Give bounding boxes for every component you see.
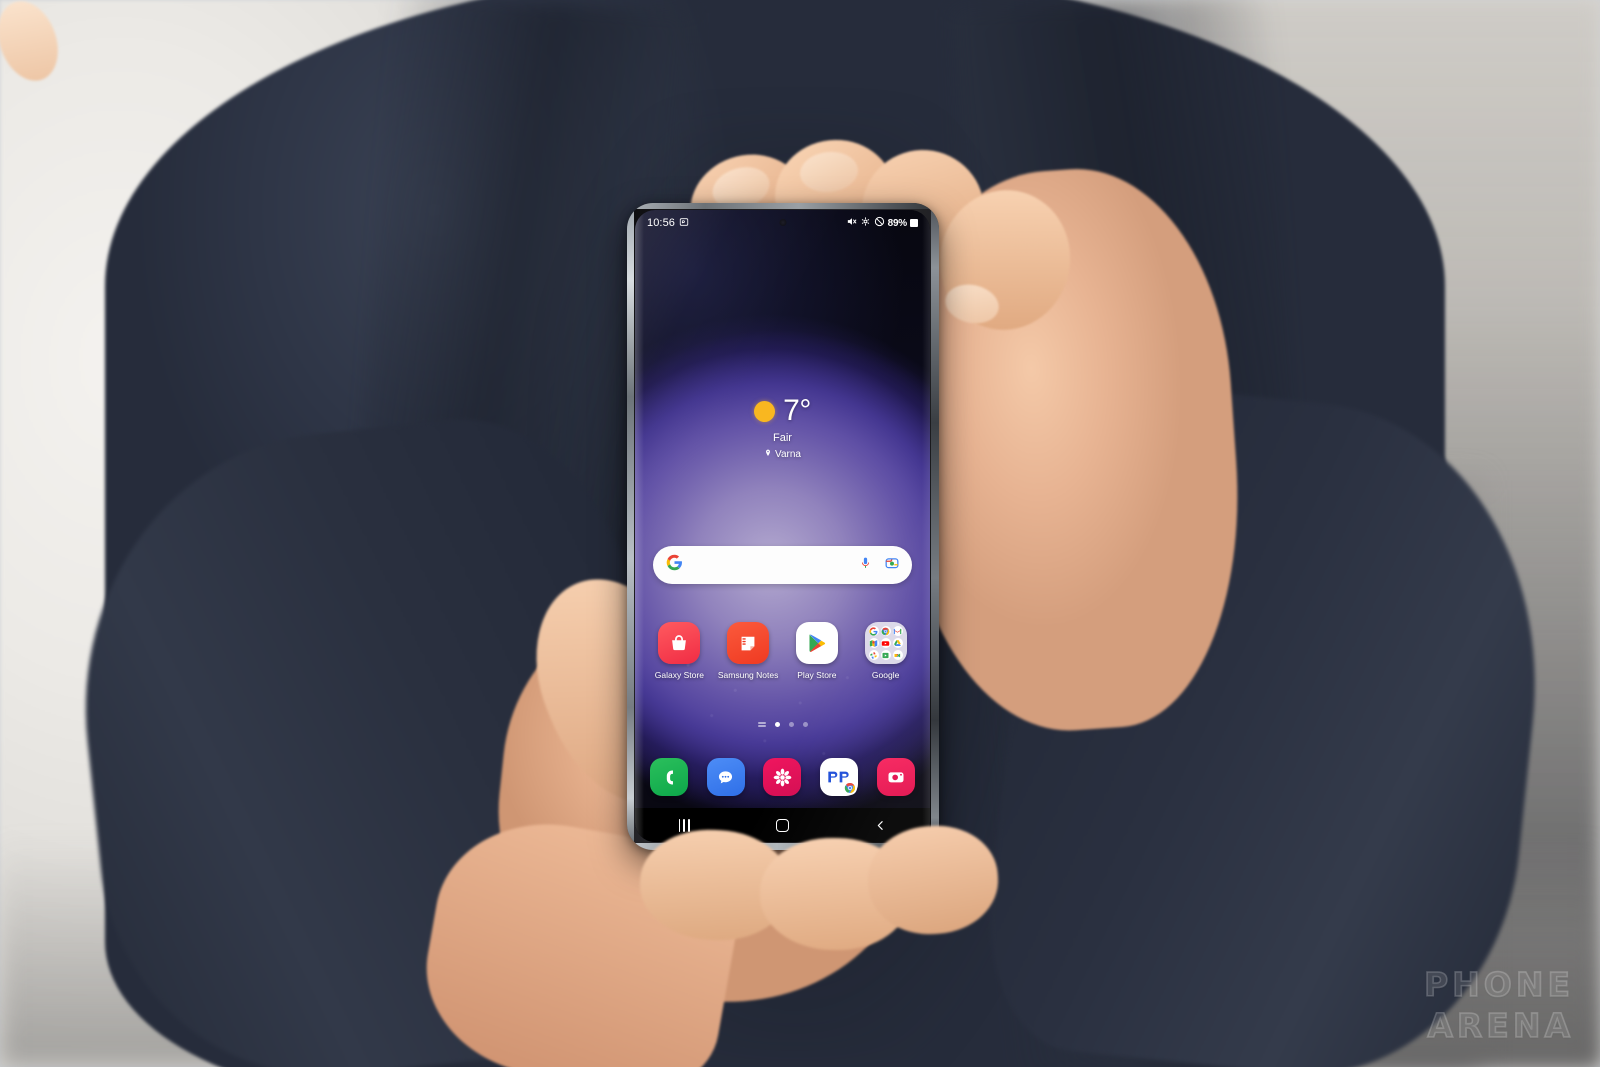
- weather-location-row: Varna: [635, 449, 930, 460]
- wallpaper-specks: [635, 210, 930, 842]
- phonearena-watermark: PHONE ARENA: [1423, 964, 1574, 1046]
- samsung-notes-icon: [727, 622, 770, 664]
- search-bar-icons: [859, 556, 899, 575]
- flower-icon[interactable]: [763, 758, 802, 796]
- weather-widget[interactable]: 7° Fair Varna: [635, 396, 930, 460]
- page-dot[interactable]: [802, 722, 808, 727]
- google-lens-icon[interactable]: [885, 556, 899, 575]
- page-dot[interactable]: [788, 722, 794, 727]
- folder-mini-grid: [868, 626, 903, 660]
- mute-icon: [846, 214, 857, 232]
- app-play-store[interactable]: Play Store: [786, 622, 848, 680]
- phone-icon[interactable]: [650, 758, 689, 796]
- home-icon[interactable]: [759, 812, 805, 838]
- gmail-icon: [892, 626, 903, 636]
- do-not-disturb-icon: [874, 214, 885, 232]
- google-icon: [868, 626, 879, 636]
- phone-frame-top: [627, 203, 939, 209]
- status-bar: 10:56 89%: [635, 210, 930, 236]
- app-label: Google: [871, 670, 900, 680]
- location-pin-icon: [764, 449, 772, 460]
- play-movies-icon: [880, 650, 891, 660]
- app-galaxy-store[interactable]: Galaxy Store: [648, 622, 710, 680]
- phone-screen: 10:56 89% 7° Fair Varna Galaxy Store Sam…: [635, 210, 930, 842]
- google-folder-icon: [864, 622, 907, 664]
- weather-condition: Fair: [773, 432, 792, 444]
- phone-frame-right: [931, 203, 939, 850]
- app-label: Galaxy Store: [654, 670, 704, 680]
- photos-icon: [868, 650, 879, 660]
- watermark-line-2: ARENA: [1427, 1005, 1574, 1046]
- app-label: Play Store: [797, 670, 837, 680]
- page-dot[interactable]: [774, 722, 780, 727]
- screen-recorder-icon: [679, 214, 689, 232]
- chrome-icon: [880, 626, 891, 636]
- app-folder-google[interactable]: Google: [855, 622, 917, 680]
- photograph: 10:56 89% 7° Fair Varna Galaxy Store Sam…: [0, 0, 1600, 1067]
- youtube-icon: [880, 638, 891, 648]
- drive-icon: [892, 638, 903, 648]
- play-store-icon: [795, 622, 838, 664]
- maps-icon: [868, 638, 879, 648]
- dock: [641, 758, 924, 796]
- sun-icon: [754, 400, 776, 422]
- status-time: 10:56: [647, 217, 676, 229]
- pa-icon[interactable]: [820, 758, 859, 796]
- app-samsung-notes[interactable]: Samsung Notes: [717, 622, 779, 680]
- battery-icon: [910, 219, 918, 227]
- phone-frame-left: [627, 203, 634, 850]
- google-search-bar[interactable]: [653, 546, 912, 584]
- meet-icon: [892, 650, 903, 660]
- battery-percent: 89%: [887, 217, 908, 229]
- sound-controls-icon: [860, 214, 871, 232]
- galaxy-store-icon: [658, 622, 701, 664]
- messages-icon[interactable]: [706, 758, 745, 796]
- status-bar-right: 89%: [846, 214, 918, 232]
- weather-temperature: 7°: [783, 394, 811, 427]
- page-indicator[interactable]: [635, 722, 930, 727]
- app-label: Samsung Notes: [717, 670, 779, 680]
- microphone-icon[interactable]: [859, 556, 872, 574]
- weather-location: Varna: [775, 449, 801, 460]
- weather-main-row: 7°: [635, 396, 930, 426]
- home-pages-glyph[interactable]: [757, 722, 766, 727]
- chrome-icon: [843, 781, 858, 795]
- google-g-icon: [666, 554, 683, 576]
- status-bar-left: 10:56: [647, 214, 689, 232]
- watermark-line-1: PHONE: [1423, 964, 1574, 1005]
- app-grid: Galaxy Store Samsung Notes Play Store Go…: [645, 622, 920, 680]
- smartphone: 10:56 89% 7° Fair Varna Galaxy Store Sam…: [627, 203, 939, 850]
- camera-icon[interactable]: [876, 758, 915, 796]
